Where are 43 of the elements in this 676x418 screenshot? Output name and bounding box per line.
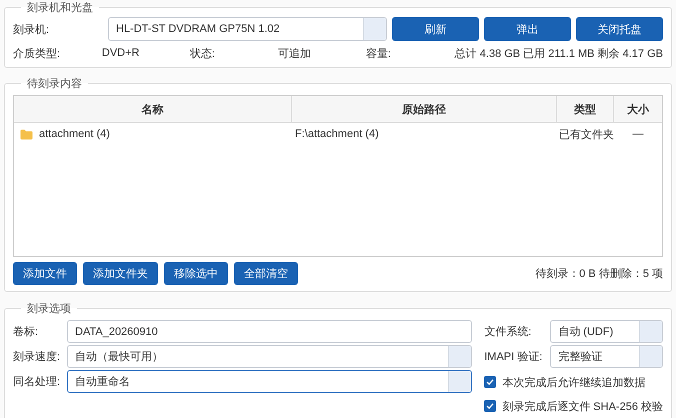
info-label: 容量: — [366, 46, 392, 60]
checkbox[interactable] — [484, 400, 496, 412]
table-cell[interactable]: attachment (4) — [39, 128, 110, 140]
column-header[interactable]: 原始路径 — [292, 96, 557, 122]
table-cell-text: 已有文件夹 — [558, 128, 614, 142]
folder-icon — [20, 128, 33, 140]
action-button[interactable]: 移除选中 — [164, 262, 228, 285]
info-value: 可追加 — [278, 46, 312, 60]
group-title: 刻录选项 — [26, 302, 72, 316]
dropdown-field[interactable]: 完整验证 — [550, 345, 663, 368]
field-label: 刻录速度: — [13, 350, 62, 364]
column-header[interactable]: 名称 — [14, 96, 292, 122]
dropdown-field[interactable]: 自动（最快可用） — [67, 345, 472, 368]
dropdown-field[interactable]: HL-DT-ST DVDRAM GP75N 1.02 — [108, 17, 387, 41]
group-title: 待刻录内容 — [26, 76, 83, 91]
action-button[interactable]: 弹出 — [484, 17, 571, 41]
field-label: IMAPI 验证: — [484, 350, 544, 364]
action-button[interactable]: 刷新 — [392, 17, 479, 41]
action-button[interactable]: 关闭托盘 — [576, 17, 663, 41]
dropdown-field[interactable]: 自动 (UDF) — [550, 320, 663, 343]
info-label: 状态: — [190, 46, 216, 60]
field-label: 同名处理: — [13, 375, 62, 389]
group-title: 刻录机和光盘 — [26, 0, 94, 15]
dropdown-field[interactable]: 自动重命名 — [67, 370, 472, 393]
action-button[interactable]: 全部清空 — [234, 262, 298, 285]
input-field[interactable]: DATA_20260910 — [67, 320, 472, 343]
table-cell-text: F:\attachment (4) — [294, 128, 380, 140]
field-label: 刻录机: — [13, 22, 50, 36]
action-button[interactable]: 添加文件夹 — [83, 262, 158, 285]
table-cell-text: — — [632, 128, 644, 140]
field-label: 卷标: — [13, 325, 40, 339]
checkbox-label[interactable]: 本次完成后允许继续追加数据 — [502, 374, 646, 390]
field-label: 文件系统: — [484, 324, 532, 339]
column-header[interactable]: 大小 — [614, 96, 662, 122]
action-button[interactable]: 添加文件 — [13, 262, 77, 285]
summary-text: 待刻录：0 B 待删除：5 项 — [535, 266, 663, 281]
info-value: DVD+R — [102, 47, 140, 59]
checkbox[interactable] — [484, 376, 496, 388]
dropdown-button[interactable] — [448, 371, 472, 392]
checkbox-label[interactable]: 刻录完成后逐文件 SHA-256 校验 — [502, 398, 663, 414]
info-label: 介质类型: — [13, 46, 62, 60]
info-value: 总计 4.38 GB 已用 211.1 MB 剩余 4.17 GB — [454, 46, 663, 60]
column-header[interactable]: 类型 — [557, 96, 614, 122]
